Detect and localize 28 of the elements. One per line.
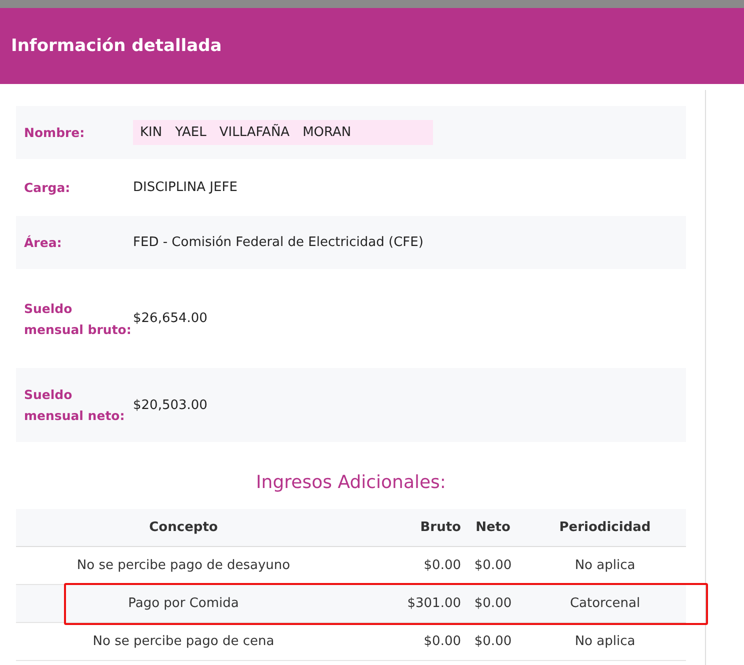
table-cell-text: $0.00 bbox=[422, 634, 461, 649]
field-label: Sueldo mensual bruto: bbox=[23, 300, 132, 338]
table-cell-text: No aplica bbox=[574, 634, 636, 649]
field-label: Área: bbox=[23, 234, 63, 252]
column-header: Bruto bbox=[419, 520, 461, 535]
column-header: Concepto bbox=[148, 520, 219, 535]
table-cell-text: Catorcenal bbox=[568, 596, 642, 611]
table-cell-text: No aplica bbox=[574, 558, 636, 573]
field-value: $20,503.00 bbox=[133, 398, 208, 412]
field-value: DISCIPLINA JEFE bbox=[133, 180, 238, 195]
table-cell-text: $0.00 bbox=[473, 558, 513, 573]
field-value: FED - Comisión Federal de Electricidad (CFE) bbox=[133, 235, 424, 250]
table-cell-text: $0.00 bbox=[473, 634, 513, 649]
table-cell-text: $0.00 bbox=[422, 558, 461, 573]
table-cell-text: No se percibe pago de cena bbox=[92, 634, 276, 649]
field-label: Carga: bbox=[23, 179, 72, 197]
column-header: Periodicidad bbox=[558, 520, 652, 535]
table-cell-text: No se percibe pago de desayuno bbox=[76, 558, 292, 573]
field-label: Nombre: bbox=[23, 124, 86, 142]
section-title: Ingresos Adicionales: bbox=[254, 472, 447, 493]
table-cell-text: Pago por Comida bbox=[127, 596, 240, 611]
field-value: $26,654.00 bbox=[133, 311, 208, 326]
field-label: Sueldo mensual neto: bbox=[23, 386, 126, 425]
table-cell-text: $0.00 bbox=[473, 596, 513, 611]
table-cell-text: $301.00 bbox=[406, 596, 461, 611]
modal-title: Información detallada bbox=[11, 36, 222, 56]
name-field: KIN YAEL VILLAFAÑA MORAN bbox=[133, 120, 433, 145]
column-header: Neto bbox=[474, 520, 512, 535]
